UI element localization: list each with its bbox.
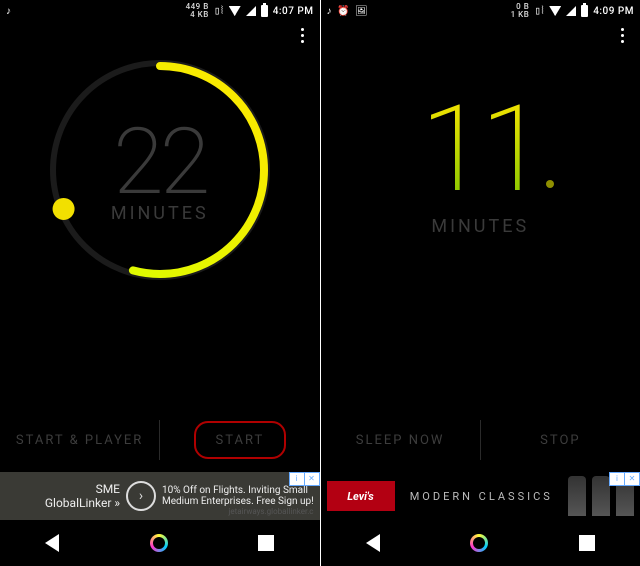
signal-icon (566, 6, 576, 16)
timer-display[interactable]: 11 MINUTES (321, 90, 640, 237)
screenshot-left: ♪ 449 B 4 KB ▯⦚ 4:07 PM (0, 0, 320, 566)
adchoices[interactable]: i ✕ (609, 472, 640, 486)
screenshot-right: ♪ ⏰ 🖼 0 B 1 KB ▯⦚ 4:09 PM (320, 0, 640, 566)
ad-brand: SME GlobalLinker » (0, 482, 126, 510)
recents-icon[interactable] (579, 535, 595, 551)
app-bar (321, 20, 640, 50)
navigation-bar (321, 520, 640, 566)
ad-go-icon[interactable]: › (126, 481, 156, 511)
back-icon[interactable] (45, 534, 59, 552)
home-icon[interactable] (150, 534, 168, 552)
wifi-icon (549, 6, 561, 16)
timer-unit: MINUTES (111, 203, 209, 224)
timer-value: 22 (113, 117, 206, 209)
vibrate-icon: ▯⦚ (214, 4, 224, 18)
back-icon[interactable] (366, 534, 380, 552)
action-row: START & PLAYER START (0, 410, 320, 470)
seconds-dot-icon (546, 180, 554, 188)
clock: 4:09 PM (593, 6, 634, 17)
ad-info-icon[interactable]: i (289, 472, 304, 486)
vibrate-icon: ▯⦚ (534, 4, 544, 18)
music-icon: ♪ (6, 6, 12, 17)
start-button[interactable]: START (160, 410, 319, 470)
ad-copy: 10% Off on Flights. Inviting Small Mediu… (162, 485, 320, 507)
stop-button[interactable]: STOP (481, 410, 640, 470)
ad-close-icon[interactable]: ✕ (624, 472, 640, 486)
recents-icon[interactable] (258, 535, 274, 551)
overflow-menu-icon[interactable] (615, 22, 630, 49)
timer-value: 11 (420, 90, 540, 210)
battery-icon (581, 5, 588, 17)
ad-info-icon[interactable]: i (609, 472, 624, 486)
start-and-player-button[interactable]: START & PLAYER (0, 410, 159, 470)
adchoices[interactable]: i ✕ (289, 472, 320, 486)
status-bar: ♪ 449 B 4 KB ▯⦚ 4:07 PM (0, 0, 320, 20)
timer-dial[interactable]: 22 MINUTES (0, 60, 320, 280)
highlight-annotation (194, 421, 286, 459)
status-bar: ♪ ⏰ 🖼 0 B 1 KB ▯⦚ 4:09 PM (321, 0, 640, 20)
signal-icon (246, 6, 256, 16)
home-icon[interactable] (470, 534, 488, 552)
network-speed: 0 B 1 KB (511, 3, 530, 19)
clock: 4:07 PM (273, 6, 314, 17)
ad-banner[interactable]: Levi's MODERN CLASSICS i ✕ (321, 472, 640, 520)
overflow-menu-icon[interactable] (295, 22, 310, 49)
alarm-icon: ⏰ (337, 6, 350, 17)
sleep-now-button[interactable]: SLEEP NOW (321, 410, 480, 470)
wifi-icon (229, 6, 241, 16)
app-bar (0, 20, 320, 50)
music-icon: ♪ (327, 6, 333, 17)
ad-attribution: jetairways.globallinker.c (228, 507, 313, 516)
image-icon: 🖼 (355, 6, 368, 17)
battery-icon (261, 5, 268, 17)
navigation-bar (0, 520, 320, 566)
network-speed: 449 B 4 KB (186, 3, 209, 19)
ad-copy: MODERN CLASSICS (395, 490, 569, 503)
ad-logo: Levi's (327, 481, 395, 511)
ad-close-icon[interactable]: ✕ (304, 472, 320, 486)
action-row: SLEEP NOW STOP (321, 410, 640, 470)
